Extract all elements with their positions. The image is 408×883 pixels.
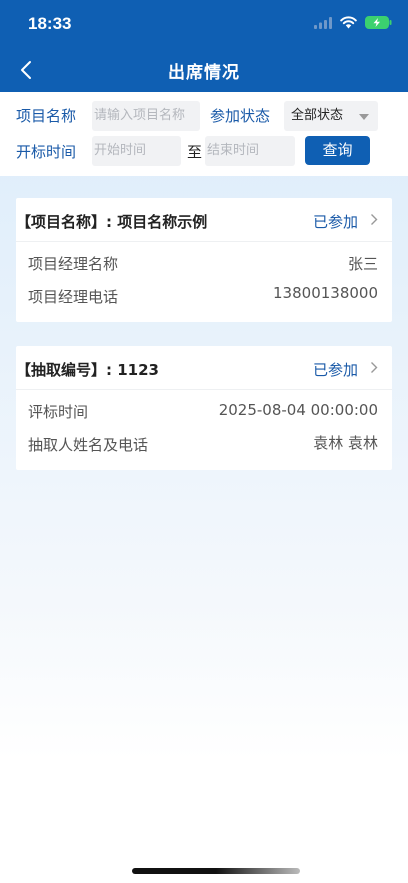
caret-down-icon [359,114,369,120]
card-title: 【抽取编号】: 1123 [16,361,159,379]
query-button[interactable]: 查询 [305,136,370,165]
signal-icon [314,16,332,29]
review-time-label: 评标时间 [28,403,89,421]
filter-panel: 项目名称 请输入项目名称 参加状态 全部状态 开标时间 开始时间 至 结束时间 … [0,92,408,176]
manager-phone-label: 项目经理电话 [28,288,119,306]
bid-time-label: 开标时间 [16,143,77,161]
project-name-label: 项目名称 [16,107,77,125]
status-badge: 已参加 [312,361,358,379]
page-title: 出席情况 [168,63,240,83]
drawer-contact-value: 袁林 袁林 [313,434,378,452]
join-status-select[interactable]: 全部状态 [284,101,378,131]
start-time-input[interactable]: 开始时间 [92,136,181,166]
nav-bar: 出席情况 [0,48,408,92]
app-header: 18:33 出席情况 [0,0,408,92]
status-bar: 18:33 [0,0,408,48]
attendance-card[interactable]: 【抽取编号】: 1123 已参加 评标时间 2025-08-04 00:00:0… [16,346,392,470]
chevron-right-icon [371,362,378,373]
battery-icon [365,16,392,29]
home-indicator[interactable] [132,868,300,874]
card-header: 【项目名称】: 项目名称示例 已参加 [16,198,392,242]
status-icons [314,16,392,29]
manager-name-label: 项目经理名称 [28,255,119,273]
end-time-input[interactable]: 结束时间 [205,136,295,166]
attendance-card[interactable]: 【项目名称】: 项目名称示例 已参加 项目经理名称 张三 项目经理电话 1380… [16,198,392,322]
card-title: 【项目名称】: 项目名称示例 [16,213,208,231]
manager-phone-value: 13800138000 [273,284,378,302]
manager-name-value: 张三 [347,255,378,273]
status-time: 18:33 [28,14,72,33]
drawer-contact-label: 抽取人姓名及电话 [28,436,149,454]
chevron-right-icon [371,214,378,225]
range-separator: 至 [187,143,203,161]
status-badge: 已参加 [312,213,358,231]
review-time-value: 2025-08-04 00:00:00 [218,401,378,419]
card-header: 【抽取编号】: 1123 已参加 [16,346,392,390]
project-name-input[interactable]: 请输入项目名称 [92,101,200,131]
wifi-icon [340,16,357,29]
join-status-value: 全部状态 [291,108,344,123]
join-status-label: 参加状态 [210,107,271,125]
